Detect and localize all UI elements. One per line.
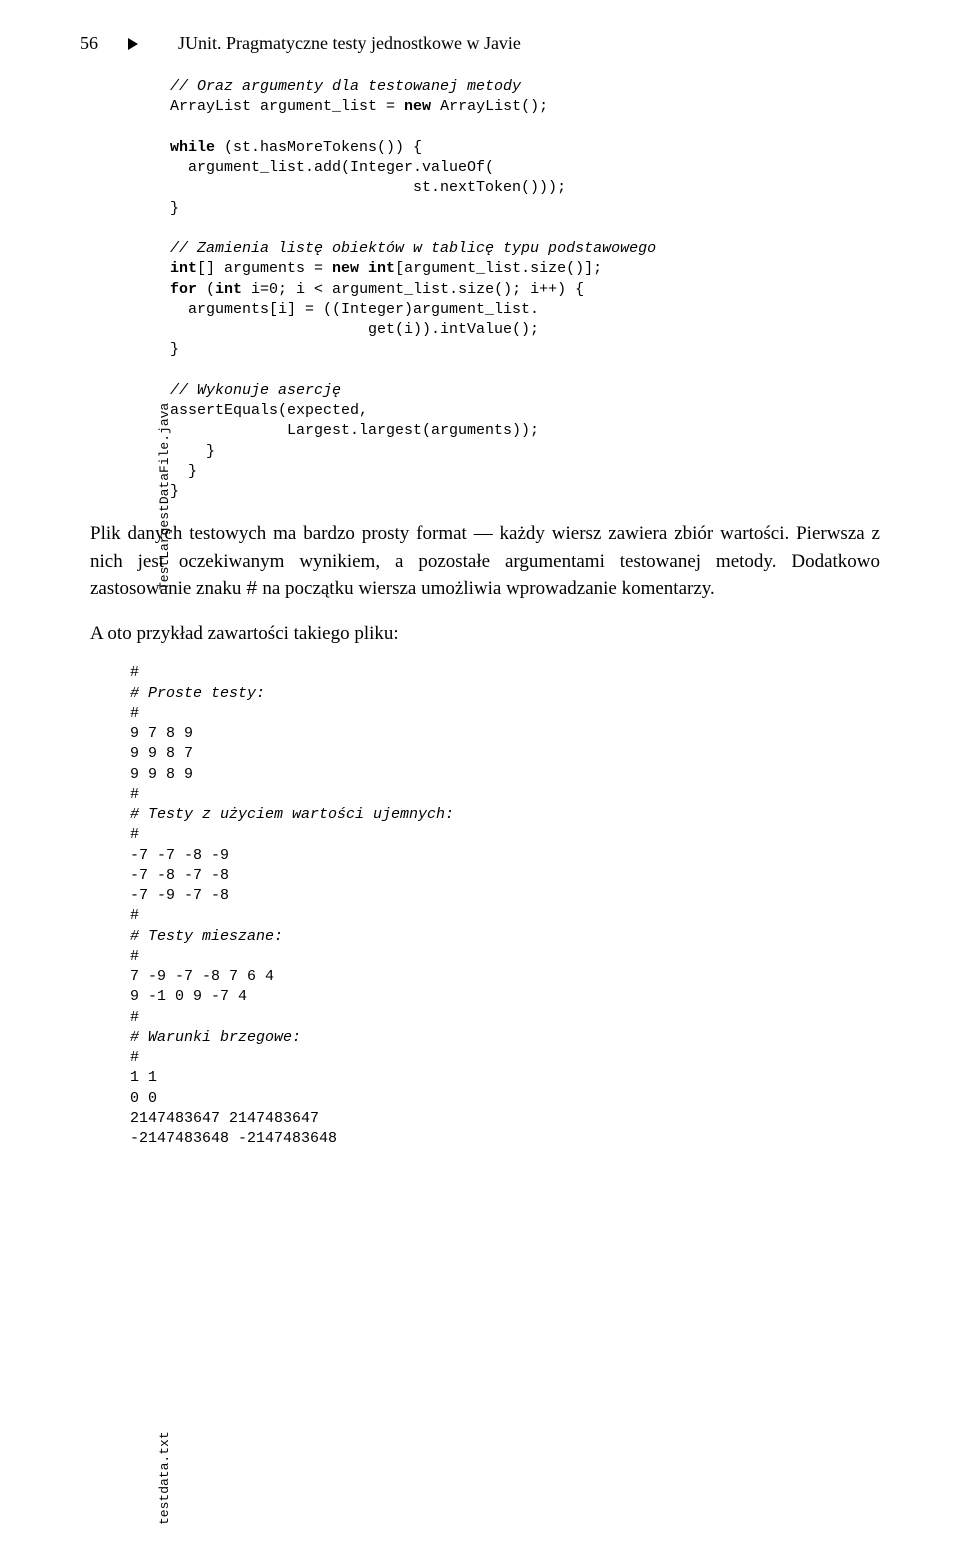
code-block-1: // Oraz argumenty dla testowanej metody … (170, 77, 880, 502)
code-comment: // Wykonuje asercję (170, 382, 341, 399)
code-line: # (130, 907, 139, 924)
code-comment: # Proste testy: (130, 685, 265, 702)
sidebar-filename-1: TestLargestDataFile.java (155, 403, 175, 590)
code-line: arguments[i] = ((Integer)argument_list. (170, 301, 539, 318)
paragraph-1: Plik danych testowych ma bardzo prosty f… (90, 520, 880, 604)
code-keyword: for (170, 281, 197, 298)
code-line: st.nextToken())); (170, 179, 566, 196)
code-line: (st.hasMoreTokens()) { (215, 139, 422, 156)
code-line: # (130, 948, 139, 965)
code-line: } (170, 200, 179, 217)
page-title: JUnit. Pragmatyczne testy jednostkowe w … (178, 30, 521, 57)
code-comment: # Warunki brzegowe: (130, 1029, 301, 1046)
paragraph-text: na początku wiersza umożliwia wprowadzan… (258, 578, 715, 599)
code-keyword: while (170, 139, 215, 156)
code-line: Largest.largest(arguments)); (170, 422, 539, 439)
triangle-right-icon (128, 38, 138, 50)
code-line: argument_list.add(Integer.valueOf( (170, 159, 494, 176)
code-line: -7 -8 -7 -8 (130, 867, 229, 884)
code-line: -7 -7 -8 -9 (130, 847, 229, 864)
page-number: 56 (80, 30, 98, 57)
code-line: -7 -9 -7 -8 (130, 887, 229, 904)
code-line: i=0; i < argument_list.size(); i++) { (242, 281, 584, 298)
code-line: # (130, 786, 139, 803)
code-keyword: new int (332, 260, 395, 277)
inline-code: # (246, 578, 257, 600)
code-line: 9 -1 0 9 -7 4 (130, 988, 247, 1005)
code-keyword: int (170, 260, 197, 277)
code-line: 7 -9 -7 -8 7 6 4 (130, 968, 274, 985)
code-comment: # Testy z użyciem wartości ujemnych: (130, 806, 454, 823)
code-keyword: new (404, 98, 431, 115)
code-block-2: # # Proste testy: # 9 7 8 9 9 9 8 7 9 9 … (130, 663, 880, 1149)
code-line: # (130, 826, 139, 843)
code-line: assertEquals(expected, (170, 402, 368, 419)
code-keyword: int (215, 281, 242, 298)
code-line: ArrayList(); (431, 98, 548, 115)
code-line: # (130, 705, 139, 722)
code-line: 9 9 8 9 (130, 766, 193, 783)
code-line: 9 7 8 9 (130, 725, 193, 742)
code-line: [argument_list.size()]; (395, 260, 602, 277)
code-line: ArrayList argument_list = (170, 98, 404, 115)
code-line: } (170, 341, 179, 358)
page-header: 56 JUnit. Pragmatyczne testy jednostkowe… (80, 30, 880, 57)
code-line: } (170, 443, 215, 460)
code-comment: // Oraz argumenty dla testowanej metody (170, 78, 521, 95)
code-line: # (130, 1009, 139, 1026)
code-line: 1 1 (130, 1069, 157, 1086)
code-line: 9 9 8 7 (130, 745, 193, 762)
code-line: ( (197, 281, 215, 298)
code-line: 0 0 (130, 1090, 157, 1107)
code-line: # (130, 1049, 139, 1066)
code-comment: # Testy mieszane: (130, 928, 283, 945)
code-comment: // Zamienia listę obiektów w tablicę typ… (170, 240, 656, 257)
code-line: # (130, 664, 139, 681)
code-line: [] arguments = (197, 260, 332, 277)
page-wrapper: 56 JUnit. Pragmatyczne testy jednostkowe… (80, 30, 880, 1149)
code-line: -2147483648 -2147483648 (130, 1130, 337, 1147)
code-line: 2147483647 2147483647 (130, 1110, 319, 1127)
paragraph-2: A oto przykład zawartości takiego pliku: (90, 620, 880, 648)
code-line: get(i)).intValue(); (170, 321, 539, 338)
sidebar-filename-2: testdata.txt (155, 1431, 175, 1525)
